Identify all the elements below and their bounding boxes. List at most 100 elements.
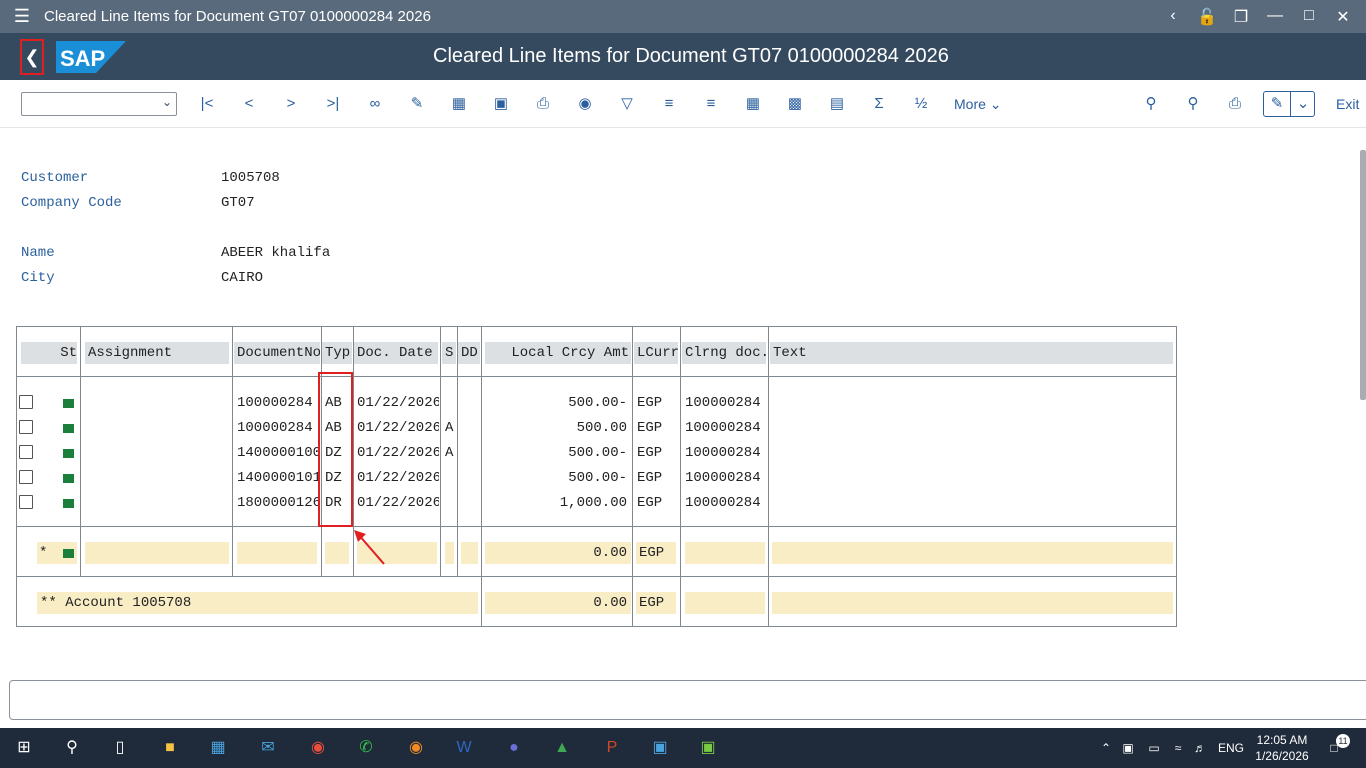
col-header-assignment[interactable]: Assignment bbox=[85, 342, 229, 364]
glasses-icon[interactable]: ∞ bbox=[362, 92, 388, 116]
settings-icon[interactable]: ✎ bbox=[1264, 92, 1290, 116]
tray-app-icon[interactable]: ▣ bbox=[1116, 736, 1140, 760]
col-header-s[interactable]: S bbox=[442, 342, 456, 364]
variant-dropdown[interactable]: ⌄ bbox=[21, 92, 177, 116]
close-button[interactable]: ✕ bbox=[1326, 7, 1360, 27]
sort-asc-icon[interactable]: ≡ bbox=[656, 92, 682, 116]
col-divider bbox=[768, 327, 769, 627]
docno-cell[interactable]: 100000284 bbox=[234, 392, 320, 414]
whatsapp-icon[interactable]: ✆ bbox=[354, 736, 378, 760]
grid-icon[interactable]: ▦ bbox=[740, 92, 766, 116]
s-cell bbox=[442, 467, 456, 489]
date-cell: 01/22/2026 bbox=[354, 467, 439, 489]
windows-start-icon[interactable]: ⊞ bbox=[12, 736, 36, 760]
col-header-st[interactable]: St bbox=[21, 342, 77, 364]
table-icon[interactable]: ▤ bbox=[824, 92, 850, 116]
powerpoint-icon[interactable]: P bbox=[600, 736, 624, 760]
first-page-icon[interactable]: |< bbox=[194, 92, 220, 116]
chrome-icon[interactable]: ◉ bbox=[306, 736, 330, 760]
text-cell bbox=[772, 467, 1173, 489]
notification-count: 11 bbox=[1336, 734, 1350, 748]
col-divider bbox=[632, 327, 633, 627]
col-header-documentno[interactable]: DocumentNo bbox=[234, 342, 320, 364]
command-field[interactable] bbox=[9, 680, 1366, 720]
browser-icon[interactable]: ◉ bbox=[404, 736, 428, 760]
app-icon[interactable]: ▣ bbox=[648, 736, 672, 760]
s-cell bbox=[445, 542, 454, 564]
mail-icon[interactable]: ✉ bbox=[256, 736, 280, 760]
copy-icon[interactable]: ❐ bbox=[1224, 7, 1258, 27]
wifi-icon[interactable]: ≈ bbox=[1166, 736, 1190, 760]
layout-icon[interactable]: ▩ bbox=[782, 92, 808, 116]
col-header-clrng-doc[interactable]: Clrng doc. bbox=[682, 342, 766, 364]
col-header-text[interactable]: Text bbox=[770, 342, 1173, 364]
amount-cell: 1,000.00 bbox=[485, 492, 631, 514]
print-icon[interactable]: ⎙ bbox=[1222, 92, 1248, 116]
docno-cell[interactable]: 1800000126 bbox=[234, 492, 320, 514]
col-header-lcurr[interactable]: LCurr bbox=[634, 342, 678, 364]
chevron-down-icon[interactable]: ⌄ bbox=[1290, 92, 1316, 116]
clearing-doc-cell: 100000284 bbox=[682, 492, 766, 514]
filter-icon[interactable]: ▽ bbox=[614, 92, 640, 116]
unlock-icon[interactable]: 🔓 bbox=[1190, 7, 1224, 27]
row-select-checkbox[interactable] bbox=[19, 395, 33, 409]
currency-cell: EGP bbox=[634, 417, 678, 439]
text-cell bbox=[772, 592, 1173, 614]
col-divider bbox=[680, 327, 681, 627]
col-header-dd[interactable]: DD bbox=[458, 342, 480, 364]
back-nav-icon[interactable]: ‹ bbox=[1156, 7, 1190, 27]
exit-button[interactable]: Exit bbox=[1336, 92, 1359, 116]
tray-chevron-up-icon[interactable]: ⌃ bbox=[1094, 736, 1118, 760]
row-divider bbox=[17, 526, 1176, 527]
next-page-icon[interactable]: > bbox=[278, 92, 304, 116]
volume-icon[interactable]: ♬ bbox=[1188, 736, 1212, 760]
search-plus-icon[interactable]: ⚲ bbox=[1180, 92, 1206, 116]
language-indicator[interactable]: ENG bbox=[1218, 728, 1244, 768]
previous-page-icon[interactable]: < bbox=[236, 92, 262, 116]
last-page-icon[interactable]: >| bbox=[320, 92, 346, 116]
subtotal-icon[interactable]: ½ bbox=[908, 92, 934, 116]
window-controls: ‹ 🔓 ❐ — □ ✕ bbox=[1156, 7, 1360, 27]
docno-cell[interactable]: 100000284 bbox=[234, 417, 320, 439]
drive-icon[interactable]: ▲ bbox=[550, 736, 574, 760]
col-header-local-crcy-amt[interactable]: Local Crcy Amt bbox=[485, 342, 631, 364]
vertical-scrollbar[interactable] bbox=[1360, 150, 1366, 400]
maximize-button[interactable]: □ bbox=[1292, 7, 1326, 27]
col-header-typ[interactable]: Typ bbox=[322, 342, 352, 364]
row-select-checkbox[interactable] bbox=[19, 495, 33, 509]
teams-icon[interactable]: ● bbox=[502, 736, 526, 760]
hamburger-menu-icon[interactable]: ☰ bbox=[0, 6, 44, 27]
row-select-checkbox[interactable] bbox=[19, 470, 33, 484]
docno-cell[interactable]: 1400000100 bbox=[234, 442, 320, 464]
store-icon[interactable]: ▦ bbox=[206, 736, 230, 760]
file-explorer-icon[interactable]: ■ bbox=[158, 736, 182, 760]
pencil-icon[interactable]: ✎ bbox=[404, 92, 430, 116]
minimize-button[interactable]: — bbox=[1258, 7, 1292, 27]
settings-split-button[interactable]: ✎ ⌄ bbox=[1263, 91, 1315, 117]
clock[interactable]: 12:05 AM 1/26/2026 bbox=[1252, 732, 1312, 764]
assignment-cell bbox=[85, 492, 229, 514]
col-header-doc-date[interactable]: Doc. Date bbox=[354, 342, 438, 364]
row-divider bbox=[17, 376, 1176, 377]
columns-icon[interactable]: ▦ bbox=[446, 92, 472, 116]
city-label: City bbox=[21, 270, 55, 286]
display-icon[interactable]: ▣ bbox=[488, 92, 514, 116]
battery-icon[interactable]: ▭ bbox=[1142, 736, 1166, 760]
sort-desc-icon[interactable]: ≡ bbox=[698, 92, 724, 116]
row-select-checkbox[interactable] bbox=[19, 445, 33, 459]
sap-gui-icon[interactable]: ▣ bbox=[696, 736, 720, 760]
subtotal-amount: 0.00 bbox=[485, 542, 631, 564]
sum-icon[interactable]: Σ bbox=[866, 92, 892, 116]
more-menu[interactable]: More ⌄ bbox=[954, 92, 1002, 116]
search-icon[interactable]: ⚲ bbox=[60, 736, 84, 760]
task-view-icon[interactable]: ▯ bbox=[108, 736, 132, 760]
search-icon[interactable]: ⚲ bbox=[1138, 92, 1164, 116]
dd-cell bbox=[459, 467, 479, 489]
clearing-doc-cell bbox=[685, 542, 765, 564]
globe-icon[interactable]: ◉ bbox=[572, 92, 598, 116]
export-icon[interactable]: ⎙ bbox=[530, 92, 556, 116]
text-cell bbox=[772, 417, 1173, 439]
word-icon[interactable]: W bbox=[452, 736, 476, 760]
row-select-checkbox[interactable] bbox=[19, 420, 33, 434]
docno-cell[interactable]: 1400000101 bbox=[234, 467, 320, 489]
